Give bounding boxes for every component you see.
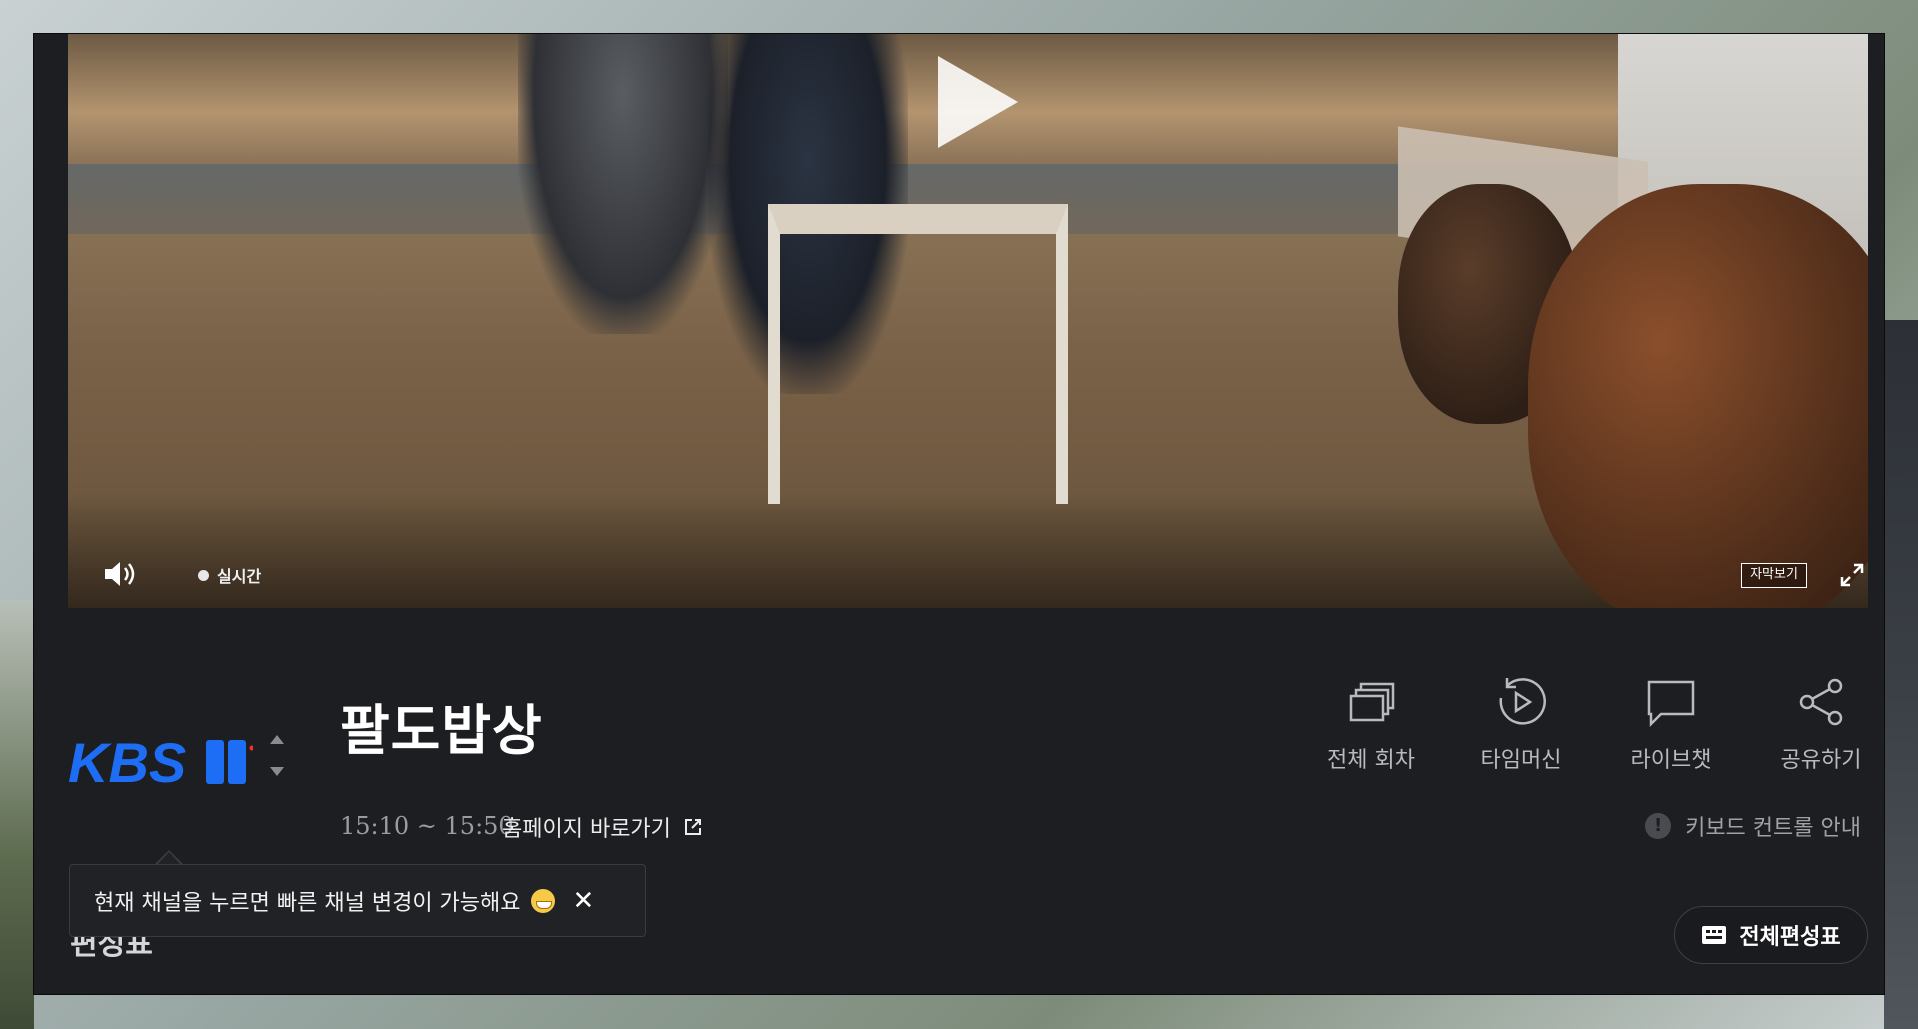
- action-label: 전체 회차: [1327, 748, 1415, 773]
- keyboard-guide-link[interactable]: ! 키보드 컨트롤 안내: [1645, 810, 1861, 842]
- livechat-button[interactable]: 라이브챗: [1596, 674, 1746, 774]
- subtitle-button[interactable]: 자막보기: [1741, 563, 1807, 588]
- full-schedule-button[interactable]: 전체편성표: [1674, 906, 1868, 964]
- program-time: 15:10 ~ 15:50: [340, 812, 514, 840]
- action-label: 라이브챗: [1630, 748, 1712, 773]
- play-icon[interactable]: [938, 56, 1018, 148]
- svg-text:KBS: KBS: [68, 731, 186, 794]
- video-frame-person: [518, 34, 728, 334]
- all-episodes-button[interactable]: 전체 회차: [1296, 674, 1446, 774]
- homepage-link-label: 홈페이지 바로가기: [502, 817, 671, 842]
- episodes-icon: [1349, 682, 1395, 722]
- keyboard-guide-label: 키보드 컨트롤 안내: [1685, 816, 1861, 841]
- timemachine-button[interactable]: 타임머신: [1446, 674, 1596, 774]
- share-button[interactable]: 공유하기: [1746, 674, 1896, 774]
- external-link-icon: [684, 819, 701, 835]
- action-label: 타임머신: [1480, 748, 1562, 773]
- volume-icon[interactable]: [102, 559, 138, 589]
- background-left: [0, 600, 34, 1029]
- player-panel: 실시간 자막보기 KBS 팔도밥상 15:10 ~ 15:50 홈페이지 바로가…: [33, 33, 1885, 995]
- kbs-1-logo[interactable]: KBS: [68, 724, 253, 796]
- action-bar: 전체 회차 타임머신 라이브챗 공유하기: [1296, 674, 1896, 774]
- timemachine-icon: [1499, 678, 1546, 725]
- video-frame-jar: [1528, 184, 1868, 608]
- channel-up-arrow-icon[interactable]: [270, 735, 284, 744]
- channel-change-tooltip: 현재 채널을 누르면 빠른 채널 변경이 가능해요 ✕: [69, 864, 646, 937]
- homepage-link[interactable]: 홈페이지 바로가기: [502, 811, 703, 843]
- info-icon: !: [1645, 813, 1672, 839]
- grinning-emoji-icon: [530, 888, 555, 913]
- video-player[interactable]: 실시간 자막보기: [68, 34, 1868, 608]
- close-icon[interactable]: ✕: [573, 886, 595, 916]
- full-schedule-label: 전체편성표: [1739, 925, 1841, 950]
- program-title: 팔도밥상: [340, 699, 543, 762]
- tooltip-text: 현재 채널을 누르면 빠른 채널 변경이 가능해요: [94, 890, 521, 916]
- share-icon: [1799, 678, 1843, 726]
- schedule-grid-icon: [1702, 926, 1727, 944]
- fullscreen-icon[interactable]: [1838, 561, 1866, 589]
- channel-down-arrow-icon[interactable]: [270, 767, 284, 776]
- action-label: 공유하기: [1780, 748, 1862, 773]
- video-frame-table: [768, 204, 1068, 504]
- live-indicator-dot: [198, 570, 209, 581]
- chat-icon: [1647, 680, 1695, 728]
- live-label: 실시간: [217, 567, 262, 586]
